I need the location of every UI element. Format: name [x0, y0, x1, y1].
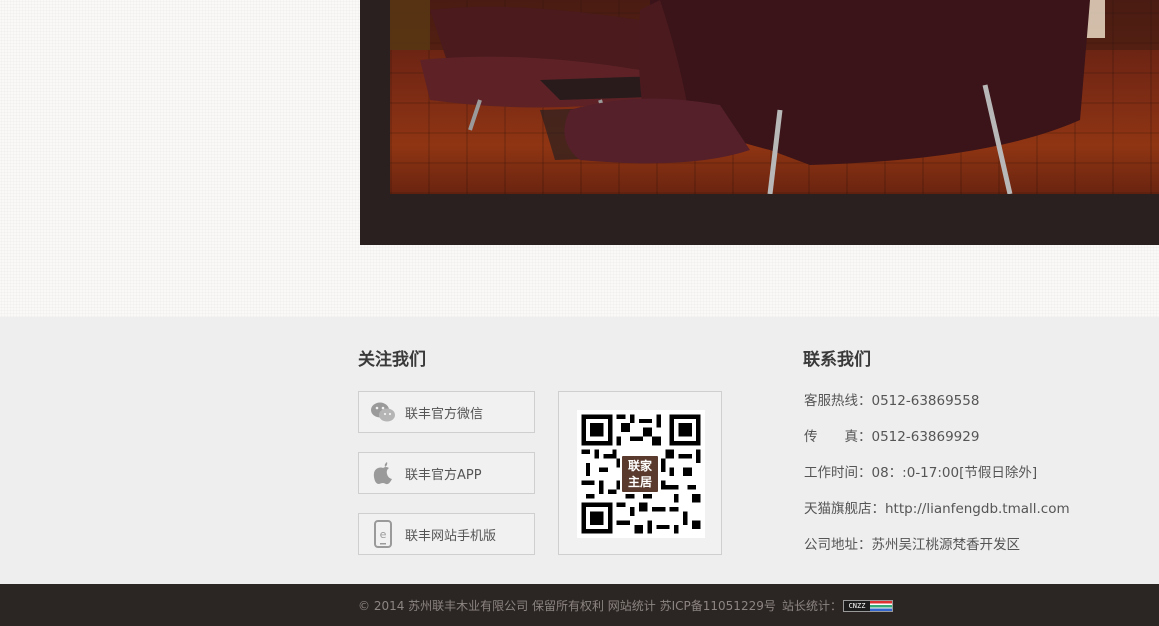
cnzz-badge-text: CNZZ — [844, 601, 870, 611]
qr-brand-badge: 联家 主居 — [620, 454, 660, 494]
app-button[interactable]: 联丰官方APP — [358, 452, 535, 494]
mobile-icon: e — [370, 520, 396, 548]
contact-hotline: 客服热线：0512-63869558 — [804, 393, 980, 409]
wechat-icon — [370, 399, 396, 425]
site-stats-label: 站长统计： — [782, 599, 843, 613]
app-button-label: 联丰官方APP — [405, 467, 482, 483]
contact-fax: 传 真：0512-63869929 — [804, 429, 980, 445]
wechat-button[interactable]: 联丰官方微信 — [358, 391, 535, 433]
contact-tmall-store[interactable]: 天猫旗舰店：http://lianfengdb.tmall.com — [804, 497, 1070, 517]
cnzz-badge-stripes — [870, 601, 892, 611]
wechat-button-label: 联丰官方微信 — [405, 406, 484, 422]
mobile-site-button-label: 联丰网站手机版 — [405, 528, 497, 544]
contact-hours: 工作时间：08：:0-17:00[节假日除外] — [804, 465, 1038, 481]
qr-badge-line-1: 联家 — [627, 459, 652, 473]
mobile-site-button[interactable]: e 联丰网站手机版 — [358, 513, 535, 555]
cnzz-stats-badge[interactable]: CNZZ — [843, 600, 893, 612]
apple-icon — [370, 460, 396, 486]
follow-us-title: 关注我们 — [358, 350, 426, 370]
qr-badge-line-2: 主居 — [627, 475, 652, 489]
hero-banner-frame — [360, 0, 1159, 245]
contact-us-title: 联系我们 — [803, 350, 871, 370]
copyright-text: © 2014 苏州联丰木业有限公司 保留所有权利 网站统计 苏ICP备11051… — [358, 599, 776, 613]
contact-address: 公司地址：苏州吴江桃源梵香开发区 — [804, 537, 1020, 553]
qr-code-box: 联家 主居 — [558, 391, 722, 555]
svg-text:e: e — [380, 528, 387, 541]
hero-sofa-image[interactable] — [390, 0, 1159, 194]
sofa-illustration — [390, 0, 1159, 194]
